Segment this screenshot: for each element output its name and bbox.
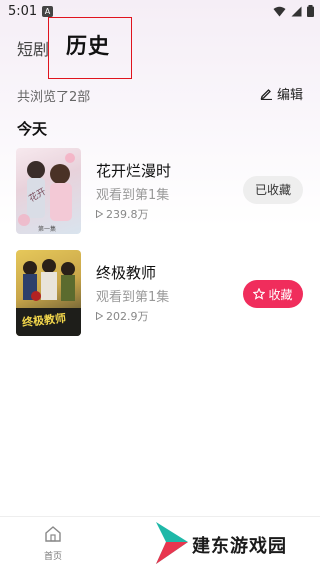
notification-icon: A [42, 6, 53, 17]
play-count-value: 202.9万 [106, 310, 149, 323]
watermark: 建东游戏园 [152, 518, 320, 568]
drama-item[interactable]: 终极教师 终极教师 观看到第1集 202.9万 收藏 [16, 250, 304, 336]
watermark-text: 建东游戏园 [192, 536, 287, 557]
favorite-label: 收藏 [268, 287, 293, 302]
drama-progress: 观看到第1集 [96, 290, 170, 305]
play-count-value: 239.8万 [106, 208, 149, 221]
signal-icon [291, 6, 302, 16]
tab-history[interactable]: 历史 [66, 30, 110, 60]
watermark-logo-icon [156, 522, 188, 564]
saved-button[interactable]: 已收藏 [243, 176, 303, 204]
poster-caption: 第一集 [38, 226, 57, 233]
play-icon [96, 312, 103, 320]
battery-icon [307, 5, 314, 17]
status-icons [273, 5, 314, 17]
nav-home[interactable]: 首页 [38, 525, 68, 562]
status-time: 5:01 [8, 4, 38, 19]
drama-play-count: 239.8万 [96, 206, 149, 222]
drama-play-count: 202.9万 [96, 308, 149, 324]
edit-label: 编辑 [276, 88, 303, 103]
pencil-icon [260, 89, 272, 100]
star-icon [253, 288, 266, 300]
drama-poster[interactable]: 终极教师 [16, 250, 81, 336]
drama-title[interactable]: 终极教师 [96, 262, 156, 283]
tab-short-drama[interactable]: 短剧 [17, 36, 49, 60]
poster-art [18, 153, 75, 226]
nav-home-label: 首页 [43, 552, 62, 562]
history-count: 共浏览了2部 [17, 90, 91, 105]
play-icon [96, 210, 103, 218]
drama-item[interactable]: 花开 第一集 花开烂漫时 观看到第1集 239.8万 已收藏 [16, 148, 304, 234]
wifi-icon [273, 6, 286, 16]
top-tabs: 短剧 历史 [0, 17, 320, 80]
drama-poster[interactable]: 花开 第一集 [16, 148, 81, 234]
home-icon [45, 526, 61, 542]
drama-title[interactable]: 花开烂漫时 [96, 160, 171, 181]
drama-progress: 观看到第1集 [96, 188, 170, 203]
section-title-today: 今天 [17, 120, 48, 138]
favorite-button[interactable]: 收藏 [243, 280, 303, 308]
edit-button[interactable]: 编辑 [260, 84, 303, 103]
